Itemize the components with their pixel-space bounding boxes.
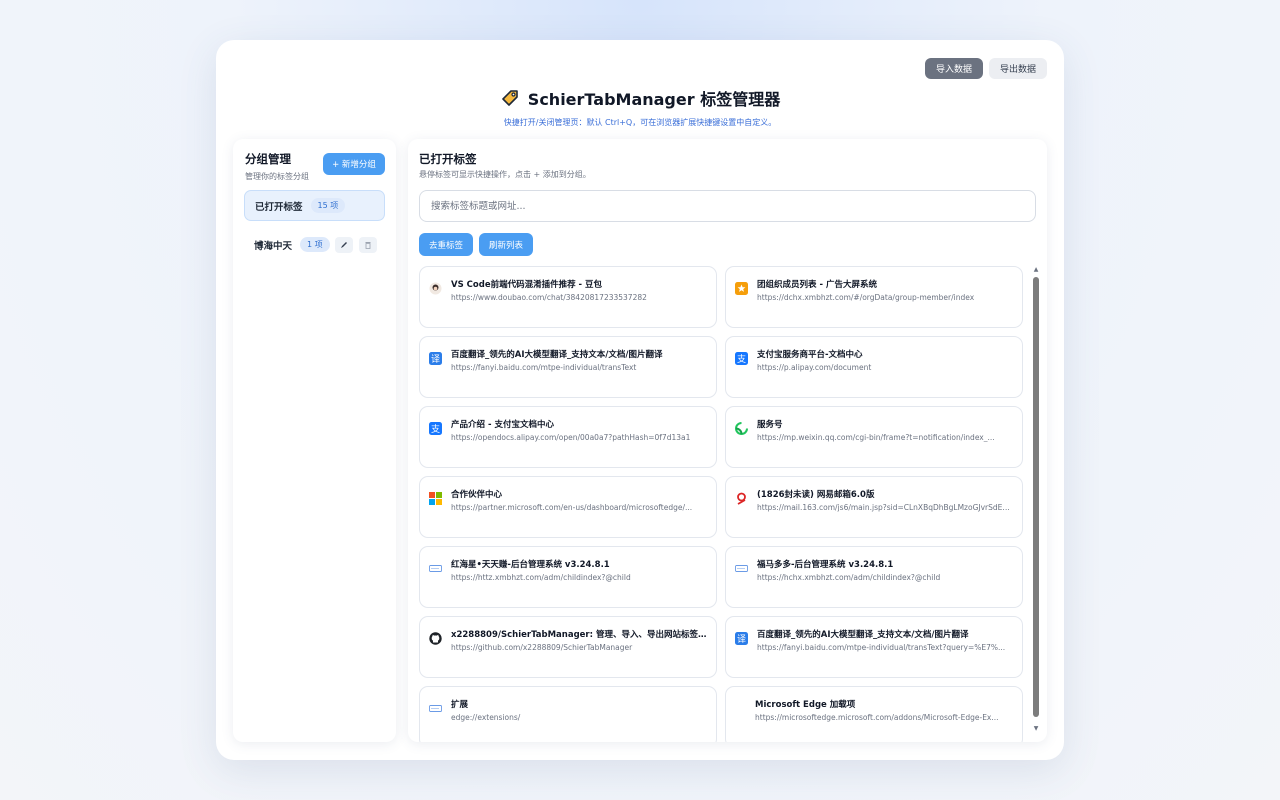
tab-card[interactable]: (1826封未读) 网易邮箱6.0版 https://mail.163.com/… [725,476,1023,538]
tab-url: https://mp.weixin.qq.com/cgi-bin/frame?t… [757,433,995,442]
tab-card[interactable]: 合作伙伴中心 https://partner.microsoft.com/en-… [419,476,717,538]
tab-card[interactable]: 扩展 edge://extensions/ [419,686,717,742]
scrollbar-thumb[interactable] [1033,277,1039,717]
orange-star-icon [735,282,748,295]
github-icon [429,632,442,645]
tab-title: 百度翻译_领先的AI大模型翻译_支持文本/文档/图片翻译 [451,350,663,360]
title-row: SchierTabManager 标签管理器 [216,86,1064,110]
alipay-icon: 支 [735,352,748,365]
tab-url: https://partner.microsoft.com/en-us/dash… [451,503,693,512]
tab-url: https://github.com/x2288809/SchierTabMan… [451,643,633,652]
tab-url: https://mail.163.com/js6/main.jsp?sid=CL… [757,503,1014,512]
scroll-up-icon[interactable]: ▲ [1033,267,1039,273]
app-card: 导入数据 导出数据 SchierTabManager 标签管理器 快捷打开/关闭… [216,40,1064,760]
tab-card[interactable]: 支 支付宝服务商平台-文档中心 https://p.alipay.com/doc… [725,336,1023,398]
import-data-button[interactable]: 导入数据 [924,58,983,79]
tab-card[interactable]: 支 产品介绍 - 支付宝文档中心 https://opendocs.alipay… [419,406,717,468]
group-tools [335,237,377,253]
svg-text:支: 支 [737,353,746,365]
tab-card[interactable]: 译 百度翻译_领先的AI大模型翻译_支持文本/文档/图片翻译 https://f… [419,336,717,398]
top-actions: 导入数据 导出数据 [924,58,1047,79]
pencil-icon[interactable] [335,237,353,253]
tab-card[interactable]: VS Code前端代码混淆插件推荐 - 豆包 https://www.douba… [419,266,717,328]
page-title: SchierTabManager 标签管理器 [527,90,781,109]
baidu-translate-icon: 译 [735,632,748,645]
tab-title: 百度翻译_领先的AI大模型翻译_支持文本/文档/图片翻译 [757,630,969,640]
tab-card[interactable]: 红海星•天天赚-后台管理系统 v3.24.8.1 https://httz.xm… [419,546,717,608]
tab-url: https://opendocs.alipay.com/open/00a0a7?… [451,433,691,442]
default-web-icon [429,702,442,715]
tab-url: https://fanyi.baidu.com/mtpe-individual/… [451,363,637,372]
svg-text:译: 译 [431,354,440,365]
sidebar-description: 管理你的标签分组 [245,172,309,181]
tab-title: (1826封未读) 网易邮箱6.0版 [757,490,875,500]
microsoft-icon [429,492,442,505]
netease-mail-icon [735,492,748,505]
tab-title: 产品介绍 - 支付宝文档中心 [451,420,554,430]
tab-card[interactable]: Microsoft Edge 加载项 https://microsoftedge… [725,686,1023,742]
tab-card[interactable]: 福马多多-后台管理系统 v3.24.8.1 https://hchx.xmbhz… [725,546,1023,608]
tab-url: https://microsoftedge.microsoft.com/addo… [755,713,999,722]
tab-url: https://hchx.xmbhzt.com/adm/childindex?@… [757,573,941,582]
tab-title: 扩展 [451,700,469,710]
tab-title: 支付宝服务商平台-文档中心 [757,350,863,360]
tab-card[interactable]: 服务号 https://mp.weixin.qq.com/cgi-bin/fra… [725,406,1023,468]
tab-url: https://www.doubao.com/chat/384208172335… [451,293,647,302]
group-sidebar: 分组管理 管理你的标签分组 + 新增分组 已打开标签 15 项 博海中天 1 项 [233,139,396,742]
tab-title: x2288809/SchierTabManager: 管理、导入、导出网站标签的… [451,630,708,640]
svg-text:译: 译 [737,634,746,645]
export-data-button[interactable]: 导出数据 [988,58,1047,79]
dedup-tabs-button[interactable]: 去重标签 [419,233,473,256]
tab-title: Microsoft Edge 加载项 [755,700,856,710]
default-web-icon [735,562,748,575]
trash-icon[interactable] [359,237,377,253]
wechat-mp-icon [735,422,748,435]
scroll-down-icon[interactable]: ▼ [1033,726,1039,732]
tab-card[interactable]: 团组织成员列表 - 广告大屏系统 https://dchx.xmbhzt.com… [725,266,1023,328]
tab-title: 红海星•天天赚-后台管理系统 v3.24.8.1 [451,560,610,570]
group-item-bohai[interactable]: 博海中天 1 项 [244,229,385,260]
tab-url: edge://extensions/ [451,713,521,722]
alipay-icon: 支 [429,422,442,435]
tab-title: VS Code前端代码混淆插件推荐 - 豆包 [451,280,603,290]
opened-tabs-panel: 已打开标签 悬停标签可显示快捷操作，点击 + 添加到分组。 去重标签 刷新列表 … [408,139,1047,742]
group-name: 博海中天 [254,240,293,252]
baidu-translate-icon: 译 [429,352,442,365]
tab-card[interactable]: x2288809/SchierTabManager: 管理、导入、导出网站标签的… [419,616,717,678]
tab-url: https://dchx.xmbhzt.com/#/orgData/group-… [757,293,975,302]
action-row: 去重标签 刷新列表 [419,233,533,256]
search-input[interactable] [419,190,1036,222]
default-web-icon [429,562,442,575]
svg-text:支: 支 [431,423,440,435]
panel-title: 已打开标签 [419,152,477,166]
new-group-button[interactable]: + 新增分组 [323,153,385,175]
panel-description: 悬停标签可显示快捷操作，点击 + 添加到分组。 [419,170,591,179]
doubao-icon [429,282,442,295]
tab-url: https://p.alipay.com/document [757,363,872,372]
tab-title: 福马多多-后台管理系统 v3.24.8.1 [757,560,894,570]
tab-grid: VS Code前端代码混淆插件推荐 - 豆包 https://www.douba… [419,266,1023,742]
tab-title: 服务号 [757,420,783,430]
sidebar-title: 分组管理 [245,152,291,166]
tab-title: 团组织成员列表 - 广告大屏系统 [757,280,877,290]
tab-list-scrollbar[interactable]: ▲ ▼ [1033,267,1039,732]
page-subtitle: 快捷打开/关闭管理页：默认 Ctrl+Q，可在浏览器扩展快捷键设置中自定义。 [503,118,777,127]
tab-card[interactable]: 译 百度翻译_领先的AI大模型翻译_支持文本/文档/图片翻译 https://f… [725,616,1023,678]
tab-url: https://httz.xmbhzt.com/adm/childindex?@… [451,573,631,582]
page-header: SchierTabManager 标签管理器 快捷打开/关闭管理页：默认 Ctr… [216,86,1064,128]
sidebar-header: 分组管理 管理你的标签分组 [245,151,309,182]
tab-url: https://fanyi.baidu.com/mtpe-individual/… [757,643,1006,652]
refresh-list-button[interactable]: 刷新列表 [479,233,533,256]
group-item-opened-tabs[interactable]: 已打开标签 15 项 [244,190,385,221]
tag-icon [500,88,520,108]
group-count-badge: 15 项 [310,198,346,213]
tab-title: 合作伙伴中心 [451,490,503,500]
group-count-badge: 1 项 [300,237,330,252]
group-name: 已打开标签 [255,201,303,213]
